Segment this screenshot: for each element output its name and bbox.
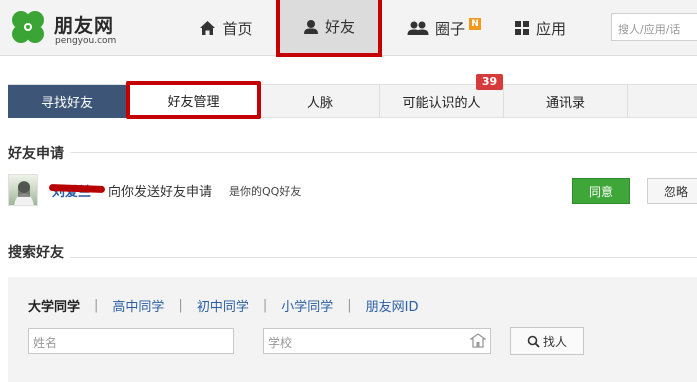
tab-separator: | [94, 298, 99, 313]
nav-apps-label: 应用 [535, 19, 566, 38]
school-type-tabs: 大学同学 | 高中同学 | 初中同学 | 小学同学 | 朋友网ID [28, 296, 418, 315]
tab-middle-school-classmates[interactable]: 初中同学 [197, 296, 249, 315]
brand-domain: pengyou.com [55, 36, 117, 46]
suggestion-count-badge: 39 [476, 74, 503, 90]
ignore-button[interactable]: 忽略 [647, 178, 697, 204]
brand-name: 朋友网 [54, 15, 115, 37]
tab-manage-friends[interactable]: 好友管理 [126, 81, 261, 119]
tab-separator: | [178, 298, 183, 313]
nav-friends-label: 好友 [324, 18, 355, 36]
search-friends-title: 搜索好友 [8, 242, 70, 262]
person-icon [303, 19, 318, 34]
tab-university-classmates[interactable]: 大学同学 [28, 296, 80, 315]
request-note: 是你的QQ好友 [229, 185, 302, 198]
nav-apps[interactable]: 应用 [503, 0, 577, 56]
avatar-image-icon [14, 181, 34, 205]
friend-requests-title: 好友申请 [8, 143, 70, 163]
search-icon [527, 335, 540, 348]
logo[interactable]: 朋友网 pengyou.com [9, 9, 133, 49]
section-divider [8, 257, 697, 258]
grid-icon [514, 21, 529, 35]
find-people-label: 找人 [542, 334, 567, 349]
group-icon [407, 21, 429, 35]
nav-home-label: 首页 [222, 19, 253, 38]
tab-find-friends[interactable]: 寻找好友 [8, 85, 126, 118]
friend-subtabs: 寻找好友 好友管理 人脉 可能认识的人 通讯录 [8, 81, 697, 119]
global-search-input[interactable]: 搜人/应用/话 [611, 13, 697, 41]
nav-home[interactable]: 首页 [186, 0, 266, 56]
nav-friends[interactable]: 好友 [276, 0, 382, 57]
avatar[interactable] [8, 174, 38, 206]
tab-primary-school-classmates[interactable]: 小学同学 [281, 296, 333, 315]
school-building-icon[interactable] [470, 333, 486, 348]
tab-high-school-classmates[interactable]: 高中同学 [112, 296, 164, 315]
request-message: 向你发送好友申请 [108, 185, 213, 200]
name-input[interactable]: 姓名 [28, 328, 234, 354]
school-input[interactable]: 学校 [263, 328, 491, 354]
tab-separator: | [347, 298, 352, 313]
nav-circles-label: 圈子 [434, 19, 465, 38]
new-badge: N [469, 18, 481, 30]
home-icon [200, 21, 216, 35]
agree-button[interactable]: 同意 [572, 178, 630, 204]
nav-circles[interactable]: 圈子 N [398, 0, 490, 56]
section-divider [8, 152, 697, 153]
tab-network[interactable]: 人脉 [261, 85, 380, 118]
tab-separator: | [262, 298, 268, 313]
tab-pengyou-id[interactable]: 朋友网ID [366, 296, 419, 315]
clover-logo-icon [12, 11, 44, 43]
find-people-button[interactable]: 找人 [510, 327, 584, 355]
tab-contacts[interactable]: 通讯录 [504, 85, 628, 118]
top-bar: 朋友网 pengyou.com 首页 好友 圈子 N 应用 搜人/应用/话 [0, 0, 697, 57]
